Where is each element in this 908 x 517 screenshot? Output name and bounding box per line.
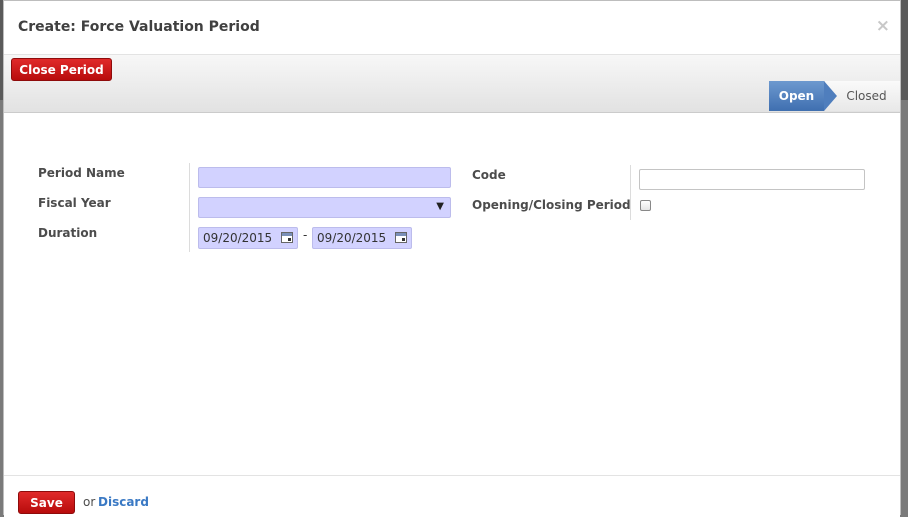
right-group-divider	[630, 165, 631, 220]
period-name-input[interactable]	[198, 167, 451, 188]
close-period-button[interactable]: Close Period	[11, 58, 112, 81]
start-date-value: 09/20/2015	[203, 231, 273, 245]
fiscal-year-label: Fiscal Year	[38, 196, 111, 210]
stage-bar: Open Closed	[769, 81, 900, 111]
dialog-footer: Save or Discard	[4, 475, 900, 517]
create-period-dialog: Create: Force Valuation Period × Close P…	[3, 0, 901, 517]
left-group-divider	[189, 163, 190, 252]
opening-closing-checkbox[interactable]	[640, 200, 651, 211]
dialog-header: Create: Force Valuation Period ×	[4, 1, 900, 55]
form-statusbar: Close Period Open Closed	[4, 55, 900, 113]
duration-end-date[interactable]: 09/20/2015	[312, 227, 412, 249]
opening-closing-label: Opening/Closing Period	[472, 198, 631, 212]
close-icon[interactable]: ×	[876, 18, 890, 35]
fiscal-year-select[interactable]: ▼	[198, 197, 451, 218]
period-name-label: Period Name	[38, 166, 125, 180]
code-input[interactable]	[639, 169, 865, 190]
duration-label: Duration	[38, 226, 98, 240]
or-text: or	[83, 495, 96, 509]
end-date-value: 09/20/2015	[317, 231, 387, 245]
chevron-down-icon: ▼	[436, 201, 444, 212]
stage-open[interactable]: Open	[769, 81, 837, 111]
discard-link[interactable]: Discard	[98, 495, 149, 509]
calendar-icon[interactable]	[395, 232, 407, 243]
dialog-title: Create: Force Valuation Period	[18, 19, 260, 35]
duration-start-date[interactable]: 09/20/2015	[198, 227, 298, 249]
duration-separator: -	[303, 228, 308, 242]
calendar-icon[interactable]	[281, 232, 293, 243]
code-label: Code	[472, 168, 506, 182]
save-button[interactable]: Save	[18, 491, 75, 514]
